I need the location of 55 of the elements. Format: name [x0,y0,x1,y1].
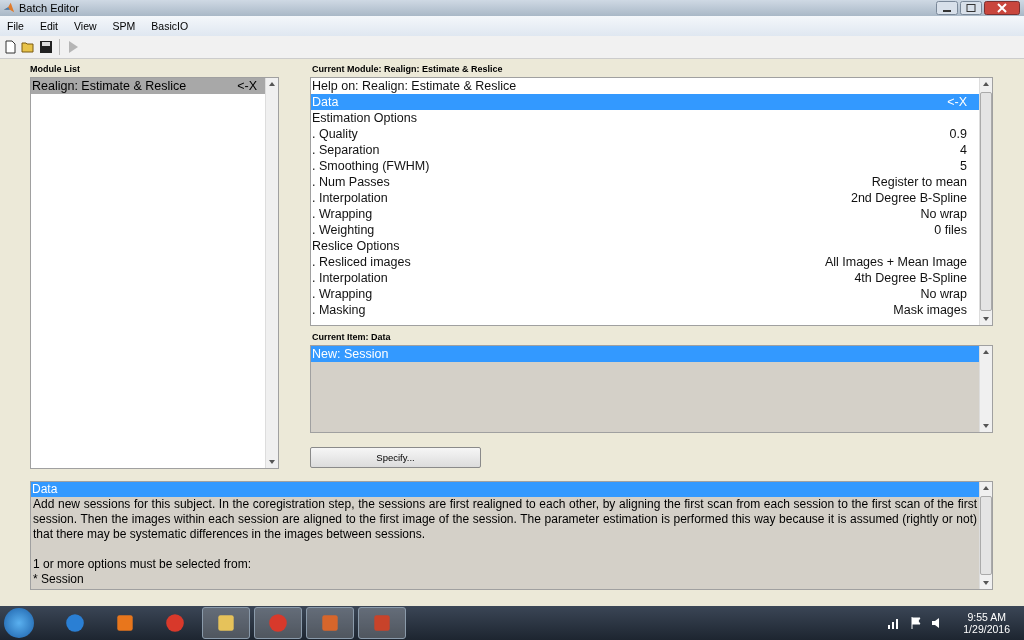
scroll-up-icon[interactable] [982,80,990,88]
scroll-up-icon[interactable] [982,348,990,356]
option-row[interactable]: . Separation 4 [311,142,979,158]
panel-label: Module List [30,64,81,76]
option-row[interactable]: . Num Passes Register to mean [311,174,979,190]
help-line: * Session [32,572,85,587]
scrollbar[interactable] [979,346,992,432]
scroll-down-icon[interactable] [982,315,990,323]
option-row[interactable]: . Weighting 0 files [311,222,979,238]
menu-item[interactable]: BasicIO [151,20,189,32]
scrollbar[interactable] [265,78,278,468]
module-item[interactable]: Realign: Estimate & Reslice <-X [31,78,265,94]
option-row[interactable]: . Resliced images All Images + Mean Image [311,254,979,270]
taskbar-app[interactable] [202,607,250,639]
option-row[interactable]: . Wrapping No wrap [311,286,979,302]
help-line: 1 or more options must be selected from: [32,557,253,572]
option-row[interactable]: . Wrapping No wrap [311,206,979,222]
clock-date[interactable]: 1/29/2016 [963,623,1010,635]
new-file-icon[interactable] [3,40,17,54]
taskbar-app[interactable] [358,607,406,639]
option-row[interactable]: . Smoothing (FWHM) 5 [311,158,979,174]
maximize-button[interactable] [960,1,982,15]
panel-label: Current Item: Data [311,332,392,344]
specify-button[interactable]: Specify... [310,447,481,468]
taskbar-app[interactable] [306,607,354,639]
scroll-down-icon[interactable] [268,458,276,466]
clock-time[interactable]: 9:55 AM [967,611,1006,623]
menu-item[interactable]: Edit [39,20,58,32]
option-row[interactable]: Reslice Options [311,238,979,254]
start-button[interactable] [4,608,34,638]
help-paragraph: Add new sessions for this subject. In the coregistration step, the sessions are first realigned to each other, by aligning the first scan from each session to the first scan of the first session. Then the images within each session are aligned to the first image of the session. The parameter estimation is performed this way because it is assumed (rightly or not) that there may be systematic differences in the images between sessions. [32,497,978,542]
save-icon[interactable] [39,40,53,54]
menu-item[interactable]: File [7,20,24,32]
scroll-down-icon[interactable] [982,579,990,587]
scroll-up-icon[interactable] [268,80,276,88]
panel-label: Current Module: Realign: Estimate & Reslice [311,64,504,76]
close-button[interactable] [984,1,1020,15]
taskbar-app[interactable] [254,607,302,639]
option-row[interactable]: . Interpolation 2nd Degree B-Spline [311,190,979,206]
help-title: Data [31,482,979,497]
option-row[interactable]: . Masking Mask images [311,302,979,318]
open-folder-icon[interactable] [21,40,35,54]
menu-item[interactable]: View [74,20,97,32]
minimize-button[interactable] [936,1,958,15]
option-row[interactable]: Help on: Realign: Estimate & Reslice [311,78,979,94]
flag-icon[interactable] [909,616,924,630]
option-row[interactable]: . Interpolation 4th Degree B-Spline [311,270,979,286]
menu-item[interactable]: SPM [112,20,136,32]
window-title: Batch Editor [19,2,79,14]
scrollbar[interactable] [979,482,992,589]
scroll-up-icon[interactable] [982,484,990,492]
scrollbar[interactable] [979,78,992,325]
option-row[interactable]: . Quality 0.9 [311,126,979,142]
option-row[interactable]: Estimation Options [311,110,979,126]
scroll-down-icon[interactable] [982,422,990,430]
